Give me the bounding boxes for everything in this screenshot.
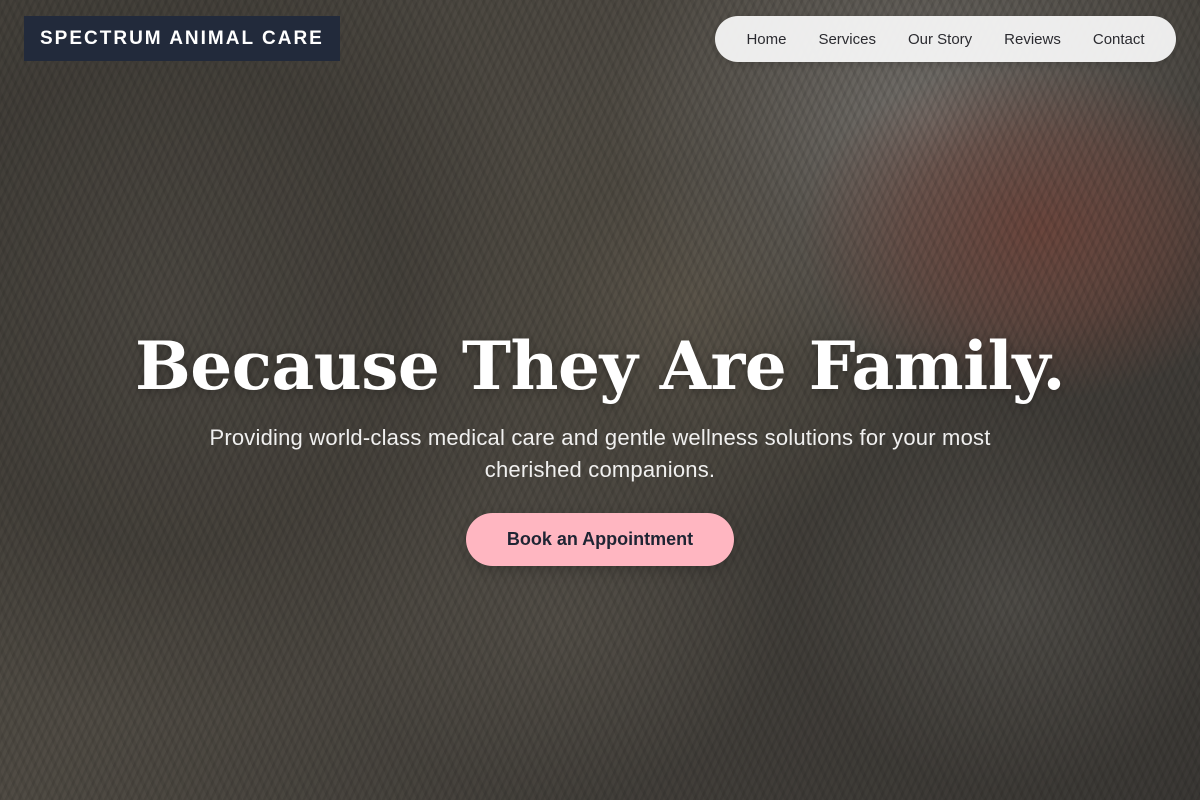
hero-subtitle: Providing world-class medical care and g…: [209, 425, 991, 482]
book-appointment-button[interactable]: Book an Appointment: [466, 513, 734, 566]
nav-item-home[interactable]: Home: [746, 31, 786, 48]
nav-item-contact[interactable]: Contact: [1093, 31, 1145, 48]
brand-name: SPECTRUM ANIMAL CARE: [40, 27, 324, 49]
nav-item-services[interactable]: Services: [818, 31, 876, 48]
hero-headline: Because They Are Family.: [135, 327, 1065, 405]
nav-item-our-story[interactable]: Our Story: [908, 31, 972, 48]
main-nav: Home Services Our Story Reviews Contact: [715, 16, 1176, 62]
hero-section: SPECTRUM ANIMAL CARE Home Services Our S…: [0, 0, 1200, 800]
brand-logo[interactable]: SPECTRUM ANIMAL CARE: [24, 16, 340, 61]
nav-item-reviews[interactable]: Reviews: [1004, 31, 1061, 48]
